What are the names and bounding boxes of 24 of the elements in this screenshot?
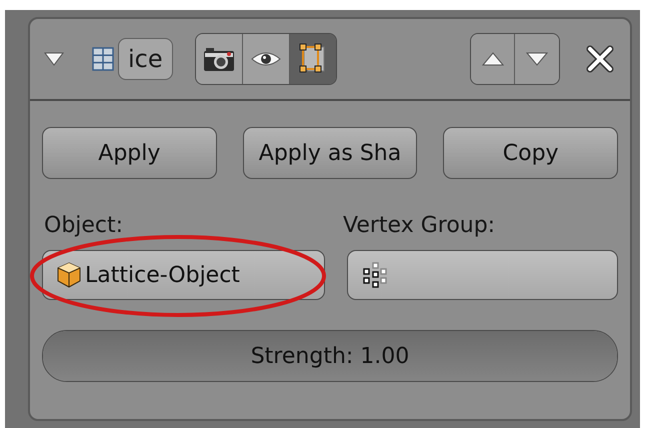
viewport-toggle[interactable] <box>242 34 290 84</box>
move-up-button[interactable] <box>471 34 515 84</box>
apply-button[interactable]: Apply <box>42 127 217 179</box>
vertex-group-field[interactable] <box>347 250 618 300</box>
eye-icon <box>250 50 281 68</box>
strength-slider[interactable]: Strength: 1.00 <box>42 330 618 382</box>
strength-value: Strength: 1.00 <box>250 344 410 368</box>
apply-as-shape-button[interactable]: Apply as Sha <box>242 127 418 179</box>
cube-icon <box>57 262 81 288</box>
move-down-button[interactable] <box>515 34 559 84</box>
edit-mode-toggle[interactable] <box>290 34 336 84</box>
modifier-name-field[interactable]: ice <box>118 38 173 80</box>
lattice-icon <box>92 47 114 71</box>
disclosure-triangle-icon[interactable] <box>44 52 64 66</box>
vertex-group-icon <box>362 262 388 288</box>
close-icon[interactable] <box>586 45 614 73</box>
copy-button[interactable]: Copy <box>443 127 618 179</box>
render-toggle[interactable] <box>196 34 243 84</box>
camera-icon <box>202 46 235 72</box>
up-arrow-icon <box>482 52 504 66</box>
down-arrow-icon <box>526 52 548 66</box>
object-field[interactable]: Lattice-Object <box>42 250 325 300</box>
vertex-group-label: Vertex Group: <box>343 213 496 238</box>
object-label: Object: <box>44 213 124 238</box>
